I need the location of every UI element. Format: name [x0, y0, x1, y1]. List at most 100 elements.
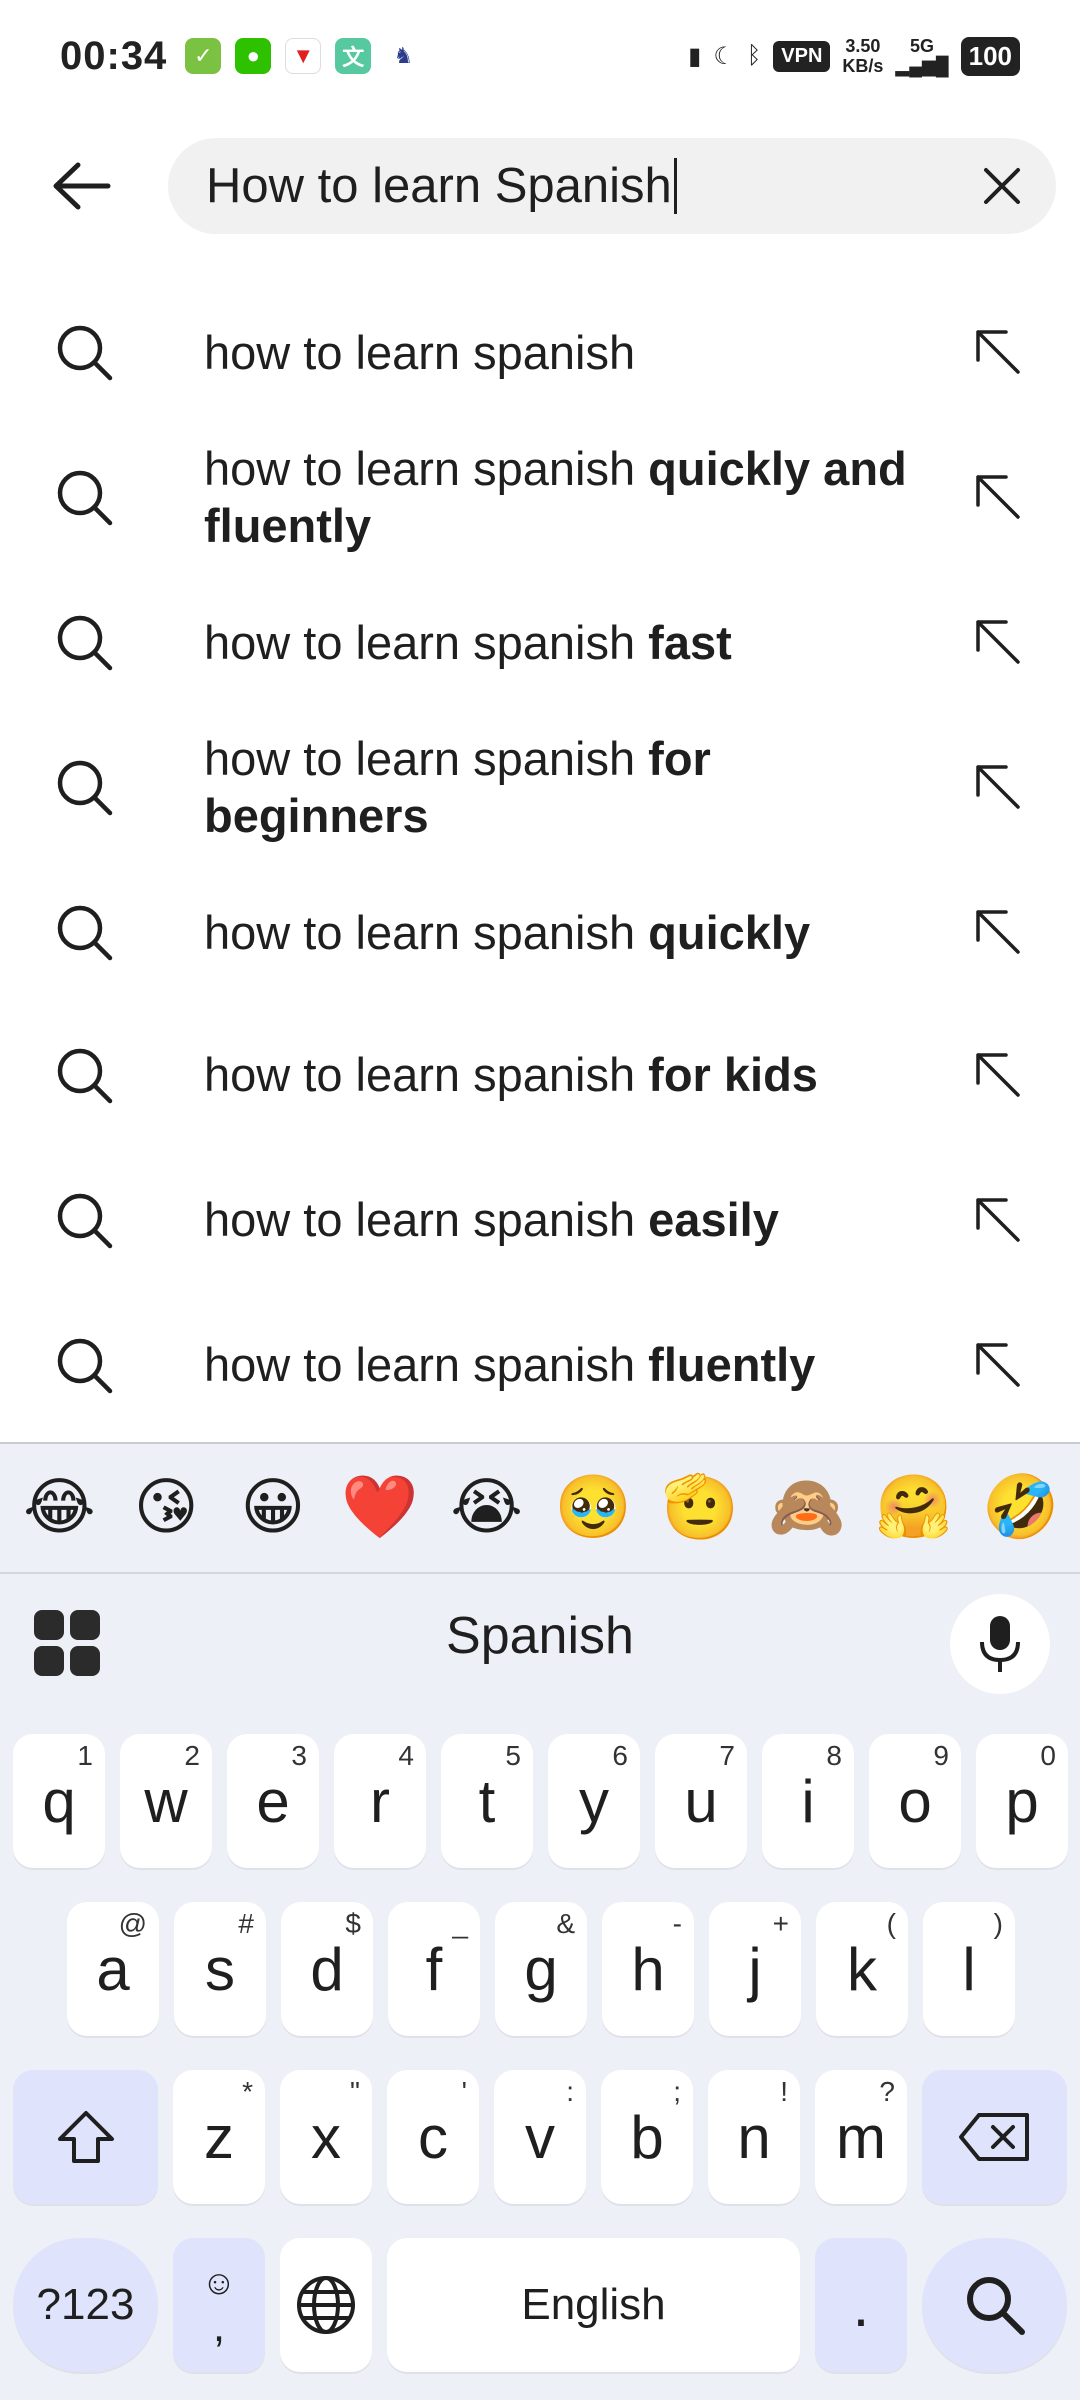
translate-app-icon: 文: [335, 38, 372, 74]
fill-query-arrow-icon[interactable]: [970, 904, 1026, 960]
emoji-key[interactable]: 😘: [118, 1477, 214, 1539]
key-q[interactable]: q1: [13, 1734, 105, 1868]
key-label: p: [1005, 1767, 1039, 1835]
network-type: 5G: [910, 36, 935, 56]
key-a[interactable]: a @: [67, 1902, 159, 2036]
key-b[interactable]: b;: [601, 2070, 693, 2204]
shift-icon: [57, 2111, 114, 2163]
key-secondary-label: +: [772, 1908, 789, 1939]
key-c[interactable]: c ': [387, 2070, 479, 2204]
search-action-key[interactable]: [922, 2238, 1067, 2372]
clock: 00:34: [60, 33, 168, 78]
language-key[interactable]: [280, 2238, 372, 2372]
key-secondary-label: ): [993, 1908, 1003, 1939]
space-key[interactable]: English: [387, 2238, 800, 2372]
key-label: u: [684, 1767, 718, 1835]
key-label: w: [144, 1767, 188, 1835]
clear-search-button[interactable]: [976, 160, 1028, 212]
key-h[interactable]: h-: [602, 1902, 694, 2036]
key-label: x: [311, 2103, 341, 2171]
fill-query-arrow-icon[interactable]: [970, 1047, 1026, 1103]
key-secondary-label: 1: [77, 1740, 93, 1771]
key-secondary-label: 0: [1040, 1740, 1056, 1771]
key-secondary-label: 5: [505, 1740, 521, 1771]
signal-bars-icon: ▂▄▆█: [895, 56, 949, 76]
suggestion-item[interactable]: how to learn spanish fast: [0, 572, 1080, 712]
key-label: m: [836, 2103, 886, 2171]
key-j[interactable]: j +: [709, 1902, 801, 2036]
emoji-key[interactable]: 😀: [225, 1477, 321, 1539]
fill-query-arrow-icon[interactable]: [970, 759, 1026, 815]
suggestion-text: how to learn spanish quickly: [204, 904, 944, 961]
suggestion-item[interactable]: how to learn spanish fluently: [0, 1292, 1080, 1437]
key-v[interactable]: v:: [494, 2070, 586, 2204]
vibrate-icon: ▮: [688, 42, 702, 70]
key-m[interactable]: m?: [815, 2070, 907, 2204]
key-secondary-label: :: [566, 2076, 574, 2107]
symbols-key[interactable]: ?123: [13, 2238, 158, 2372]
key-z[interactable]: z *: [173, 2070, 265, 2204]
key-r[interactable]: r4: [334, 1734, 426, 1868]
emoji-key[interactable]: 🤗: [866, 1477, 962, 1539]
key-w[interactable]: w2: [120, 1734, 212, 1868]
key-label: c: [418, 2103, 448, 2171]
suggestion-prefix: how to learn spanish: [204, 1048, 636, 1101]
microphone-icon: [980, 1616, 1020, 1672]
key-x[interactable]: x ": [280, 2070, 372, 2204]
period-key[interactable]: .: [815, 2238, 907, 2372]
suggestion-item[interactable]: how to learn spanish: [0, 282, 1080, 422]
key-t[interactable]: t5: [441, 1734, 533, 1868]
shift-key[interactable]: [13, 2070, 158, 2204]
emoji-key[interactable]: 🤣: [973, 1477, 1069, 1539]
key-p[interactable]: p0: [976, 1734, 1068, 1868]
key-d[interactable]: d $: [281, 1902, 373, 2036]
emoji-key[interactable]: 🙈: [759, 1477, 855, 1539]
key-label: n: [737, 2103, 771, 2171]
fill-query-arrow-icon[interactable]: [970, 324, 1026, 380]
key-f[interactable]: f _: [388, 1902, 480, 2036]
key-y[interactable]: y6: [548, 1734, 640, 1868]
voice-input-button[interactable]: [950, 1594, 1050, 1694]
key-n[interactable]: n!: [708, 2070, 800, 2204]
key-k[interactable]: k(: [816, 1902, 908, 2036]
search-icon: [57, 905, 113, 961]
emoji-key[interactable]: 😭: [439, 1477, 535, 1539]
search-input[interactable]: How to learn Spanish: [168, 138, 1056, 234]
suggestion-prefix: how to learn spanish: [204, 905, 636, 959]
search-icon: [57, 760, 113, 816]
search-icon: [57, 1193, 113, 1248]
emoji-key[interactable]: 🥹: [545, 1477, 641, 1539]
suggestion-prefix: how to learn spanish: [204, 325, 636, 379]
suggestion-item[interactable]: how to learn spanish quickly and fluentl…: [0, 422, 1080, 572]
word-suggestion[interactable]: Spanish: [0, 1606, 1080, 1666]
suggestion-item[interactable]: how to learn spanish easily: [0, 1147, 1080, 1292]
fill-query-arrow-icon[interactable]: [970, 614, 1026, 670]
fill-query-arrow-icon[interactable]: [970, 1337, 1026, 1393]
emoji-comma-key[interactable]: ☺,: [173, 2238, 265, 2372]
emoji-key[interactable]: ❤️: [332, 1477, 428, 1539]
search-icon: [57, 470, 113, 526]
globe-icon: [297, 2276, 355, 2334]
suggestion-item[interactable]: how to learn spanish for kids: [0, 1002, 1080, 1147]
backspace-key[interactable]: [922, 2070, 1067, 2204]
emoji-key[interactable]: 🫡: [652, 1477, 748, 1539]
key-e[interactable]: e3: [227, 1734, 319, 1868]
back-button[interactable]: [46, 154, 118, 218]
fill-query-arrow-icon[interactable]: [970, 469, 1026, 525]
suggestion-item[interactable]: how to learn spanish for beginners: [0, 712, 1080, 862]
fill-query-arrow-icon[interactable]: [970, 1192, 1026, 1248]
suggestion-item[interactable]: how to learn spanish quickly: [0, 862, 1080, 1002]
key-g[interactable]: g &: [495, 1902, 587, 2036]
key-u[interactable]: u7: [655, 1734, 747, 1868]
key-secondary-label: $: [345, 1908, 361, 1939]
key-secondary-label: 4: [398, 1740, 414, 1771]
key-secondary-label: &: [556, 1908, 575, 1939]
key-secondary-label: *: [242, 2076, 253, 2107]
key-s[interactable]: s #: [174, 1902, 266, 2036]
emoji-key[interactable]: 😂: [11, 1477, 107, 1539]
key-label: ,: [212, 2302, 226, 2351]
key-i[interactable]: i8: [762, 1734, 854, 1868]
key-o[interactable]: o9: [869, 1734, 961, 1868]
key-l[interactable]: l): [923, 1902, 1015, 2036]
key-secondary-label: #: [238, 1908, 254, 1939]
